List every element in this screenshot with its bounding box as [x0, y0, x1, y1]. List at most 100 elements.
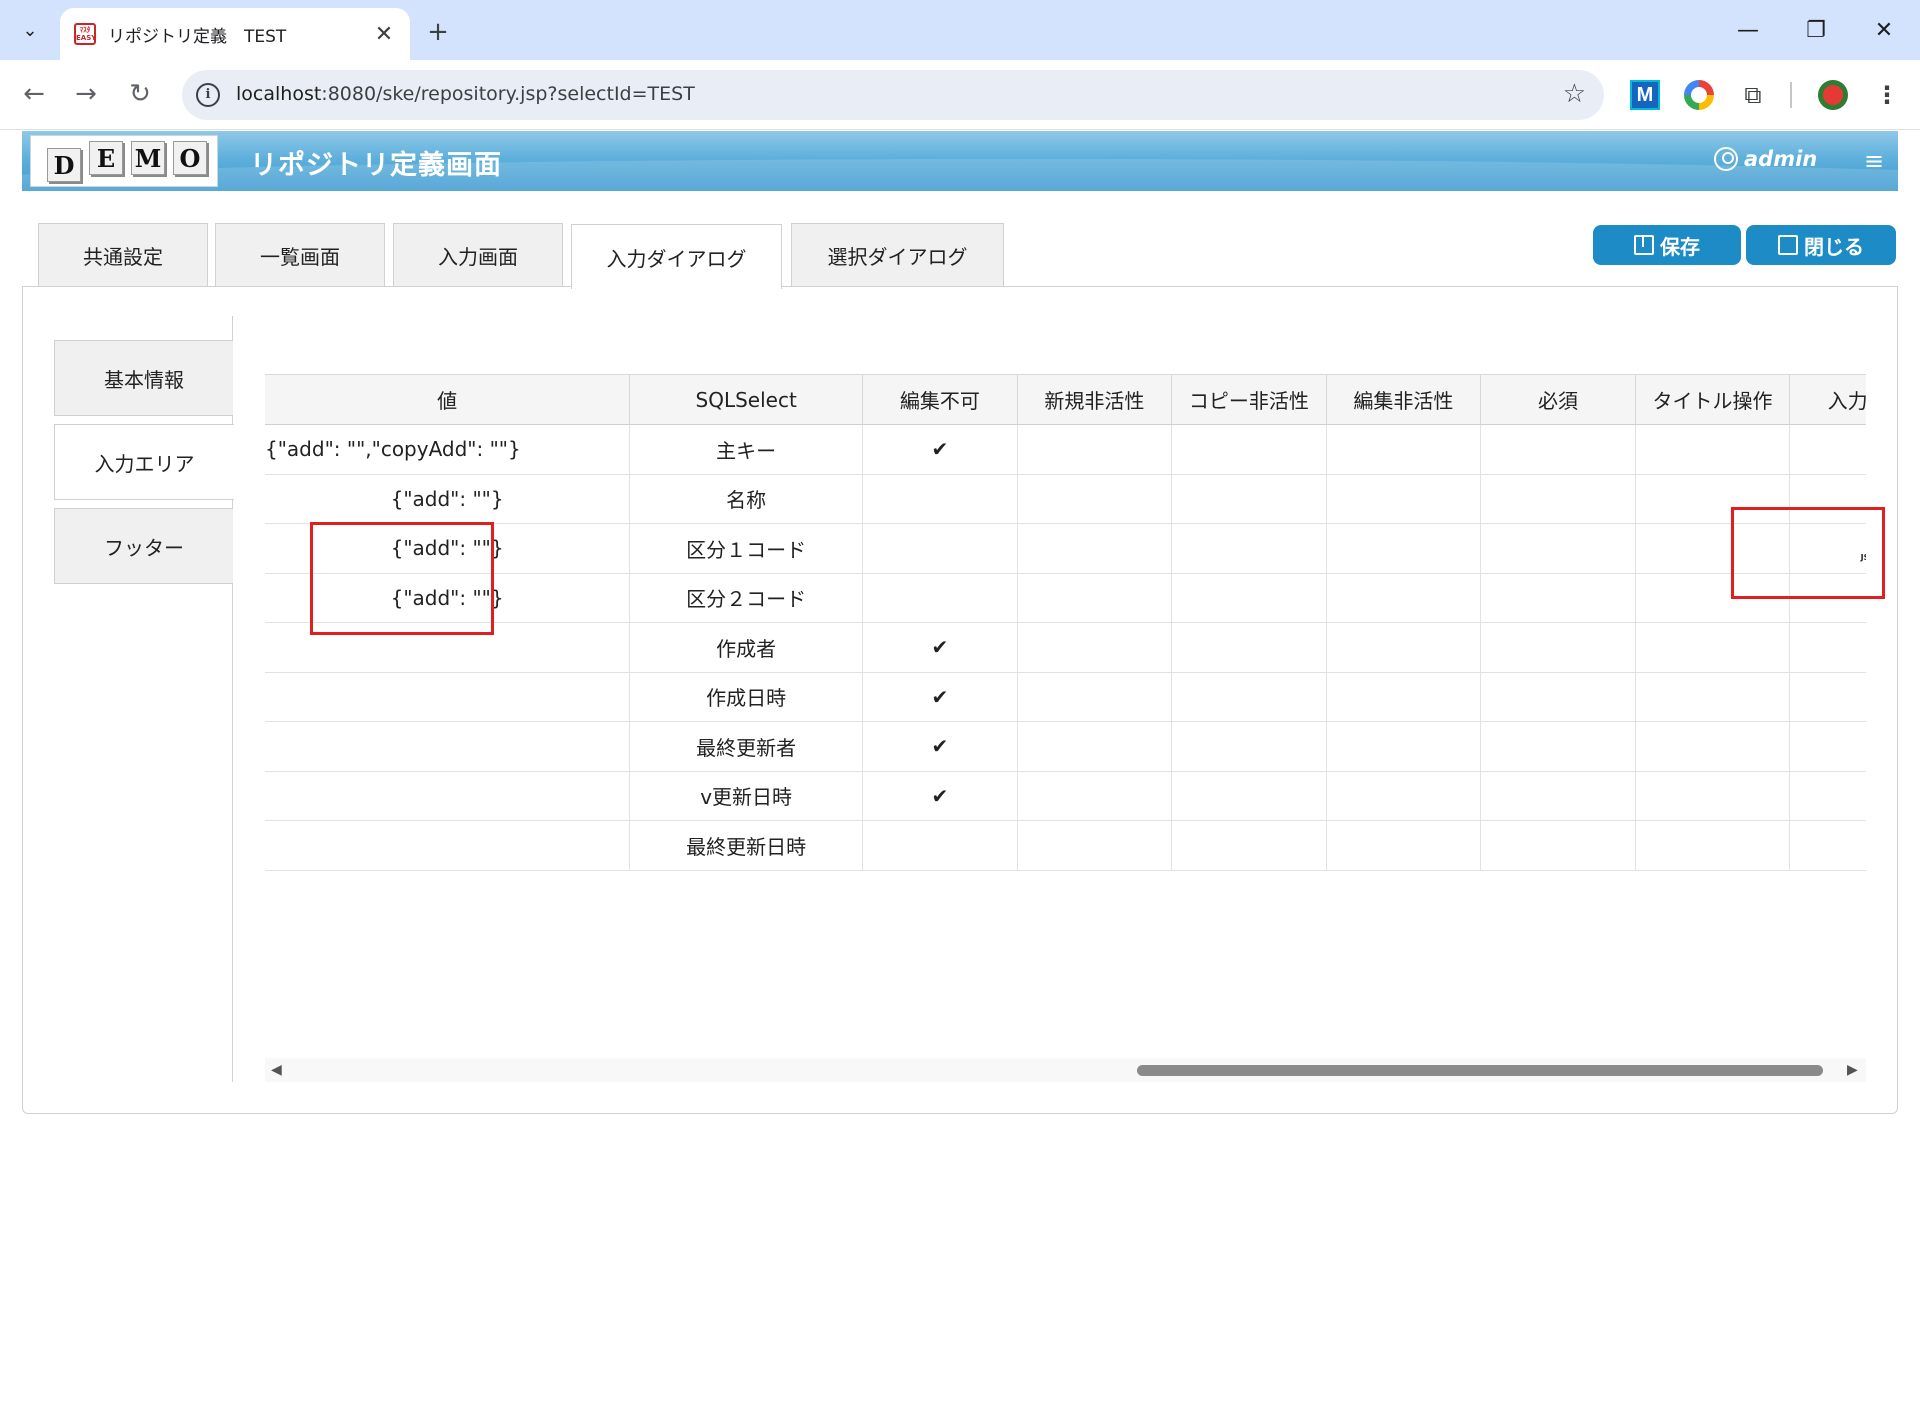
extensions-puzzle-icon[interactable]: ⧉: [1738, 80, 1768, 110]
cell-input-op[interactable]: [1789, 622, 1866, 673]
table-row[interactable]: 最終更新者 ✔: [265, 721, 1866, 772]
cell-required[interactable]: [1480, 474, 1636, 524]
table-row[interactable]: {"add": ""} 名称: [265, 474, 1866, 524]
profile-avatar-icon[interactable]: [1818, 80, 1848, 110]
cell-new-inactive[interactable]: [1016, 622, 1172, 673]
col-header-value[interactable]: 値: [265, 374, 630, 425]
col-header-title-op[interactable]: タイトル操作: [1634, 374, 1790, 425]
cell-copy-inactive[interactable]: [1171, 771, 1327, 821]
cell-copy-inactive[interactable]: [1171, 820, 1327, 871]
browser-menu-kebab-icon[interactable]: ⋮: [1872, 80, 1902, 110]
cell-sqlselect[interactable]: v更新日時: [629, 771, 863, 821]
cell-value[interactable]: {"add": ""}: [265, 474, 630, 524]
cell-new-inactive[interactable]: [1016, 771, 1172, 821]
cell-edit-disabled[interactable]: ✔: [862, 771, 1018, 821]
reload-icon[interactable]: ↻: [120, 74, 160, 114]
cell-value[interactable]: {"add": "","copyAdd": ""}: [265, 424, 630, 475]
forward-arrow-icon[interactable]: →: [66, 74, 106, 114]
cell-edit-disabled[interactable]: [862, 820, 1018, 871]
cell-edit-disabled[interactable]: [862, 474, 1018, 524]
close-tab-icon[interactable]: ✕: [372, 22, 396, 47]
cell-edit-disabled[interactable]: ✔: [862, 721, 1018, 772]
address-bar[interactable]: i localhost:8080/ske/repository.jsp?sele…: [182, 70, 1604, 120]
cell-sqlselect[interactable]: 最終更新者: [629, 721, 863, 772]
cell-copy-inactive[interactable]: [1171, 474, 1327, 524]
col-header-new-inactive[interactable]: 新規非活性: [1016, 374, 1172, 425]
minimize-icon[interactable]: —: [1720, 12, 1776, 48]
cell-input-op[interactable]: [1789, 820, 1866, 871]
cell-sqlselect[interactable]: 区分１コード: [629, 523, 863, 574]
table-row[interactable]: 作成日時 ✔: [265, 672, 1866, 722]
cell-copy-inactive[interactable]: [1171, 523, 1327, 574]
cell-value[interactable]: [265, 721, 630, 772]
cell-sqlselect[interactable]: 区分２コード: [629, 573, 863, 623]
table-row[interactable]: {"add": ""} 区分２コード: [265, 573, 1866, 623]
cell-new-inactive[interactable]: [1016, 820, 1172, 871]
cell-value[interactable]: [265, 672, 630, 722]
cell-sqlselect[interactable]: 主キー: [629, 424, 863, 475]
cell-required[interactable]: [1480, 721, 1636, 772]
cell-edit-inactive[interactable]: [1325, 721, 1481, 772]
cell-new-inactive[interactable]: [1016, 424, 1172, 475]
site-info-icon[interactable]: i: [196, 83, 220, 107]
col-header-edit-disabled[interactable]: 編集不可: [862, 374, 1018, 425]
cell-title-op[interactable]: [1634, 672, 1790, 722]
table-row[interactable]: v更新日時 ✔: [265, 771, 1866, 821]
col-header-edit-inactive[interactable]: 編集非活性: [1325, 374, 1481, 425]
cell-sqlselect[interactable]: 作成者: [629, 622, 863, 673]
cell-copy-inactive[interactable]: [1171, 672, 1327, 722]
tab-list-screen[interactable]: 一覧画面: [215, 223, 385, 286]
cell-required[interactable]: [1480, 424, 1636, 475]
cell-copy-inactive[interactable]: [1171, 573, 1327, 623]
cell-required[interactable]: [1480, 771, 1636, 821]
window-close-icon[interactable]: ✕: [1856, 12, 1912, 48]
scroll-right-arrow-icon[interactable]: ▶: [1847, 1062, 1858, 1078]
cell-new-inactive[interactable]: [1016, 573, 1172, 623]
cell-required[interactable]: [1480, 672, 1636, 722]
cell-edit-inactive[interactable]: [1325, 672, 1481, 722]
cell-edit-disabled[interactable]: ✔: [862, 672, 1018, 722]
col-header-copy-inactive[interactable]: コピー非活性: [1171, 374, 1327, 425]
table-row[interactable]: 最終更新日時: [265, 820, 1866, 871]
cell-edit-inactive[interactable]: [1325, 424, 1481, 475]
tab-common-settings[interactable]: 共通設定: [38, 223, 208, 286]
cell-title-op[interactable]: [1634, 424, 1790, 475]
cell-sqlselect[interactable]: 作成日時: [629, 672, 863, 722]
cell-required[interactable]: [1480, 622, 1636, 673]
url-text[interactable]: localhost:8080/ske/repository.jsp?select…: [236, 83, 695, 105]
side-tab-input-area[interactable]: 入力エリア: [54, 424, 234, 500]
cell-edit-disabled[interactable]: [862, 523, 1018, 574]
cell-input-op[interactable]: [1789, 771, 1866, 821]
cell-copy-inactive[interactable]: [1171, 721, 1327, 772]
cell-new-inactive[interactable]: [1016, 721, 1172, 772]
tab-input-screen[interactable]: 入力画面: [393, 223, 563, 286]
cell-edit-inactive[interactable]: [1325, 622, 1481, 673]
cell-new-inactive[interactable]: [1016, 672, 1172, 722]
cell-new-inactive[interactable]: [1016, 523, 1172, 574]
cell-edit-disabled[interactable]: ✔: [862, 622, 1018, 673]
cell-required[interactable]: [1480, 573, 1636, 623]
table-row[interactable]: {"add": ""} 区分１コード: [265, 523, 1866, 574]
user-menu[interactable]: admin: [1714, 147, 1817, 171]
cell-sqlselect[interactable]: 名称: [629, 474, 863, 524]
back-arrow-icon[interactable]: ←: [14, 74, 54, 114]
cell-copy-inactive[interactable]: [1171, 424, 1327, 475]
cell-title-op[interactable]: [1634, 820, 1790, 871]
scroll-left-arrow-icon[interactable]: ◀: [271, 1062, 282, 1078]
side-tab-footer[interactable]: フッター: [54, 508, 233, 584]
horizontal-scrollbar[interactable]: ◀ ▶: [265, 1058, 1866, 1082]
cell-input-op[interactable]: [1789, 672, 1866, 722]
cell-title-op[interactable]: [1634, 771, 1790, 821]
cell-edit-disabled[interactable]: ✔: [862, 424, 1018, 475]
cell-required[interactable]: [1480, 523, 1636, 574]
tab-search-chevron-icon[interactable]: ⌄: [10, 12, 50, 48]
cell-value[interactable]: [265, 771, 630, 821]
col-header-input-op[interactable]: 入力枠操作: [1789, 374, 1866, 425]
bookmark-star-icon[interactable]: ☆: [1563, 79, 1586, 109]
extension-m-icon[interactable]: M: [1630, 80, 1660, 110]
cell-edit-inactive[interactable]: [1325, 573, 1481, 623]
hamburger-menu-icon[interactable]: ≡: [1864, 147, 1884, 175]
table-row[interactable]: {"add": "","copyAdd": ""} 主キー ✔: [265, 424, 1866, 475]
cell-copy-inactive[interactable]: [1171, 622, 1327, 673]
cell-edit-inactive[interactable]: [1325, 771, 1481, 821]
